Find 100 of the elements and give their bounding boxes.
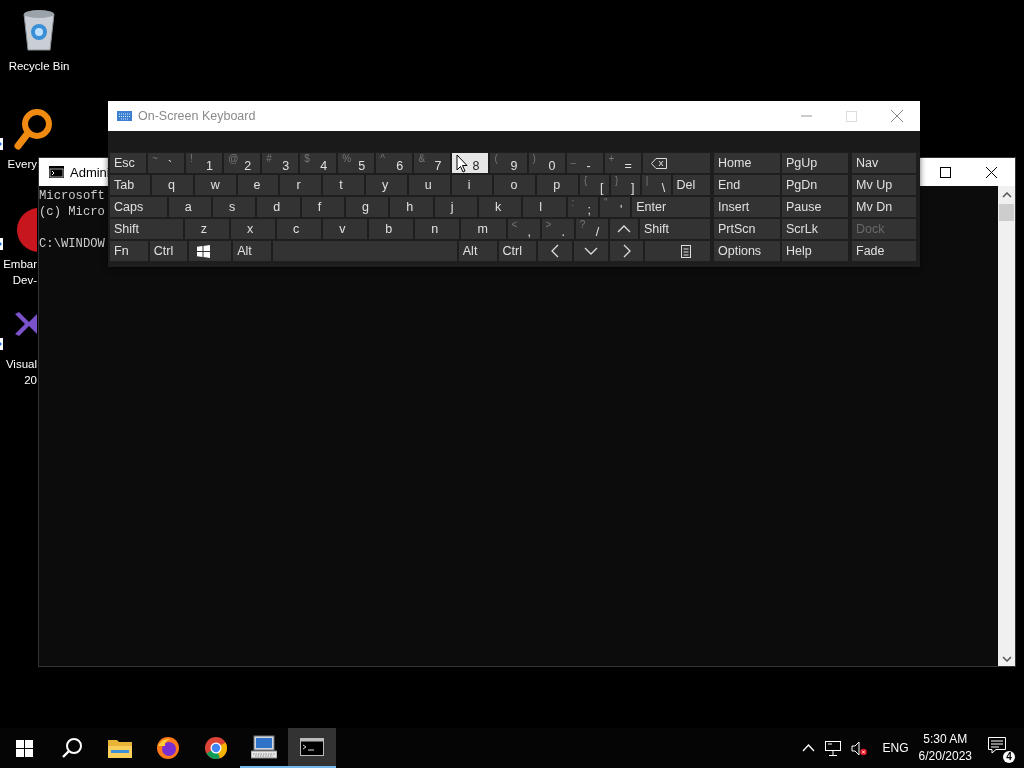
close-icon[interactable] — [986, 166, 997, 178]
menu-icon — [681, 244, 691, 258]
key[interactable]: j — [434, 197, 477, 217]
key[interactable]: f — [301, 197, 344, 217]
key[interactable]: p — [537, 175, 579, 195]
key[interactable]: Tab — [110, 175, 150, 195]
key[interactable]: ScrLk — [782, 219, 848, 239]
right-arrow-key[interactable] — [609, 241, 644, 261]
menu-key[interactable] — [645, 241, 710, 261]
key[interactable]: % 5 — [338, 153, 375, 173]
key[interactable]: ? / — [575, 219, 608, 239]
key[interactable]: l — [523, 197, 566, 217]
key[interactable]: $ 4 — [300, 153, 337, 173]
backspace-key[interactable] — [642, 153, 710, 173]
key[interactable]: " ' — [599, 197, 631, 217]
key[interactable]: m — [461, 219, 506, 239]
key[interactable]: h — [390, 197, 433, 217]
key[interactable]: Insert — [714, 197, 780, 217]
key[interactable]: u — [408, 175, 450, 195]
key[interactable]: x — [230, 219, 276, 239]
key[interactable]: Alt — [233, 241, 271, 261]
key[interactable]: t — [323, 175, 365, 195]
key[interactable]: b — [369, 219, 414, 239]
key[interactable]: o — [494, 175, 536, 195]
key[interactable]: i — [451, 175, 493, 195]
key[interactable]: Shift — [110, 219, 183, 239]
key[interactable]: Ctrl — [149, 241, 188, 261]
key[interactable]: ) 0 — [528, 153, 565, 173]
key[interactable]: q — [151, 175, 193, 195]
notification-icon[interactable] — [988, 737, 1006, 754]
key[interactable]: Options — [714, 241, 780, 261]
key[interactable]: g — [345, 197, 389, 217]
desktop-icon-label[interactable]: Every — [7, 156, 37, 172]
key[interactable]: } ] — [610, 175, 640, 195]
taskbar-button[interactable] — [288, 728, 336, 768]
key[interactable]: w — [194, 175, 236, 195]
up-arrow-key[interactable] — [609, 219, 638, 239]
chevron-up-icon[interactable] — [801, 744, 815, 752]
key[interactable]: Mv Up — [852, 175, 916, 195]
key[interactable]: a — [168, 197, 211, 217]
key[interactable]: Del — [672, 175, 711, 195]
down-arrow-key[interactable] — [574, 241, 608, 261]
key[interactable]: Mv Dn — [852, 197, 916, 217]
key[interactable]: PgDn — [782, 175, 848, 195]
key[interactable]: End — [714, 175, 780, 195]
key[interactable]: Ctrl — [498, 241, 537, 261]
key[interactable]: Pause — [782, 197, 848, 217]
key[interactable]: ! 1 — [186, 153, 223, 173]
network-icon[interactable] — [824, 740, 841, 756]
key[interactable]: y — [366, 175, 407, 195]
key[interactable]: v — [323, 219, 368, 239]
muted-speaker-icon[interactable] — [850, 740, 867, 756]
key[interactable]: n — [415, 219, 460, 239]
key[interactable]: | \ — [641, 175, 671, 195]
key[interactable]: & 7 — [414, 153, 451, 173]
language-indicator[interactable]: ENG — [882, 741, 909, 755]
key[interactable]: Help — [782, 241, 848, 261]
key[interactable]: 8 — [452, 153, 489, 173]
key[interactable]: @ 2 — [224, 153, 261, 173]
key[interactable]: Fade — [852, 241, 916, 261]
key[interactable]: c — [277, 219, 322, 239]
key[interactable]: { [ — [580, 175, 609, 195]
key[interactable]: ( 9 — [490, 153, 527, 173]
key[interactable]: Alt — [458, 241, 497, 261]
key[interactable]: _ - — [566, 153, 603, 173]
desktop-icon-label[interactable]: Visual — [5, 356, 37, 372]
key[interactable]: Fn — [110, 241, 148, 261]
key[interactable]: z — [184, 219, 229, 239]
key[interactable]: Esc — [110, 153, 147, 173]
key[interactable]: # 3 — [262, 153, 299, 173]
key[interactable]: r — [280, 175, 322, 195]
key[interactable]: > . — [541, 219, 574, 239]
clock[interactable]: 5:30 AM 6/20/2023 — [918, 731, 972, 765]
key[interactable]: + = — [604, 153, 641, 173]
key[interactable]: < , — [507, 219, 540, 239]
key[interactable]: Nav — [852, 153, 916, 173]
key[interactable]: Home — [714, 153, 780, 173]
scroll-bar[interactable] — [998, 186, 1015, 666]
key[interactable]: k — [478, 197, 522, 217]
desktop-icon-label[interactable]: Dev- — [12, 272, 37, 288]
key[interactable]: : ; — [567, 197, 598, 217]
key[interactable]: PrtScn — [714, 219, 780, 239]
key[interactable]: Caps — [110, 197, 167, 217]
key[interactable]: e — [237, 175, 279, 195]
browser-icon — [204, 736, 228, 760]
trash-bin-icon[interactable] — [20, 8, 58, 52]
key[interactable]: d — [257, 197, 300, 217]
key[interactable]: ^ 6 — [376, 153, 413, 173]
key[interactable]: Shift — [639, 219, 710, 239]
windows-key[interactable] — [189, 241, 232, 261]
key[interactable]: s — [213, 197, 256, 217]
desktop-icon-label[interactable]: 20 — [24, 372, 37, 388]
desktop-icon-label[interactable]: Embar — [3, 256, 37, 272]
desktop-icon-label[interactable]: Recycle Bin — [8, 58, 70, 74]
left-arrow-key[interactable] — [538, 241, 572, 261]
maximize-icon[interactable] — [940, 166, 951, 178]
magnifier-icon[interactable] — [13, 108, 53, 152]
key[interactable]: Enter — [632, 197, 710, 217]
key[interactable]: ~ ` — [148, 153, 185, 173]
key[interactable]: PgUp — [782, 153, 848, 173]
